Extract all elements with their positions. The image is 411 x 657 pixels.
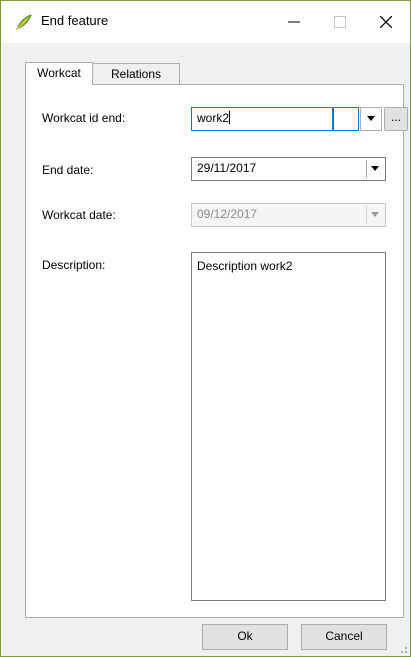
- tab-relations[interactable]: Relations: [92, 63, 180, 84]
- workcat-id-end-combo[interactable]: work2: [191, 107, 382, 131]
- description-label: Description:: [42, 258, 106, 272]
- maximize-icon: [334, 16, 346, 28]
- workcat-id-end-label: Workcat id end:: [42, 111, 126, 125]
- end-date-picker[interactable]: 29/11/2017: [191, 157, 386, 181]
- workcat-id-end-dropdown-button[interactable]: [360, 107, 382, 131]
- workcat-id-end-input[interactable]: work2: [192, 108, 334, 130]
- workcat-date-dropdown-button: [366, 206, 383, 224]
- end-date-label: End date:: [42, 163, 94, 177]
- maximize-button[interactable]: [317, 1, 363, 43]
- chevron-down-icon: [371, 166, 379, 171]
- chevron-down-icon: [371, 212, 379, 217]
- tab-workcat[interactable]: Workcat: [25, 62, 93, 85]
- resize-grip-icon[interactable]: [398, 644, 408, 654]
- close-button[interactable]: [363, 1, 409, 43]
- minimize-button[interactable]: [271, 1, 317, 43]
- workcat-date-label: Workcat date:: [42, 208, 116, 222]
- workcat-tab-panel: Workcat id end: work2 ... End date: 29/1…: [25, 84, 408, 618]
- cancel-button[interactable]: Cancel: [301, 624, 387, 650]
- ok-button[interactable]: Ok: [202, 624, 288, 650]
- workcat-date-picker: 09/12/2017: [191, 203, 386, 227]
- workcat-browse-button[interactable]: ...: [384, 107, 408, 131]
- close-icon: [380, 16, 392, 28]
- end-date-dropdown-button[interactable]: [366, 160, 383, 178]
- minimize-icon: [288, 21, 300, 23]
- description-textarea[interactable]: Description work2: [191, 252, 386, 601]
- workcat-date-value: 09/12/2017: [197, 207, 258, 221]
- description-value: Description work2: [197, 259, 293, 273]
- qgis-leaf-icon: [15, 13, 33, 31]
- end-feature-dialog: End feature Workcat Relations Workcat id…: [0, 0, 411, 657]
- end-date-value: 29/11/2017: [197, 161, 257, 175]
- workcat-id-end-value: work2: [197, 111, 231, 125]
- window-title: End feature: [41, 13, 109, 28]
- chevron-down-icon: [367, 116, 375, 121]
- title-bar[interactable]: End feature: [1, 1, 410, 43]
